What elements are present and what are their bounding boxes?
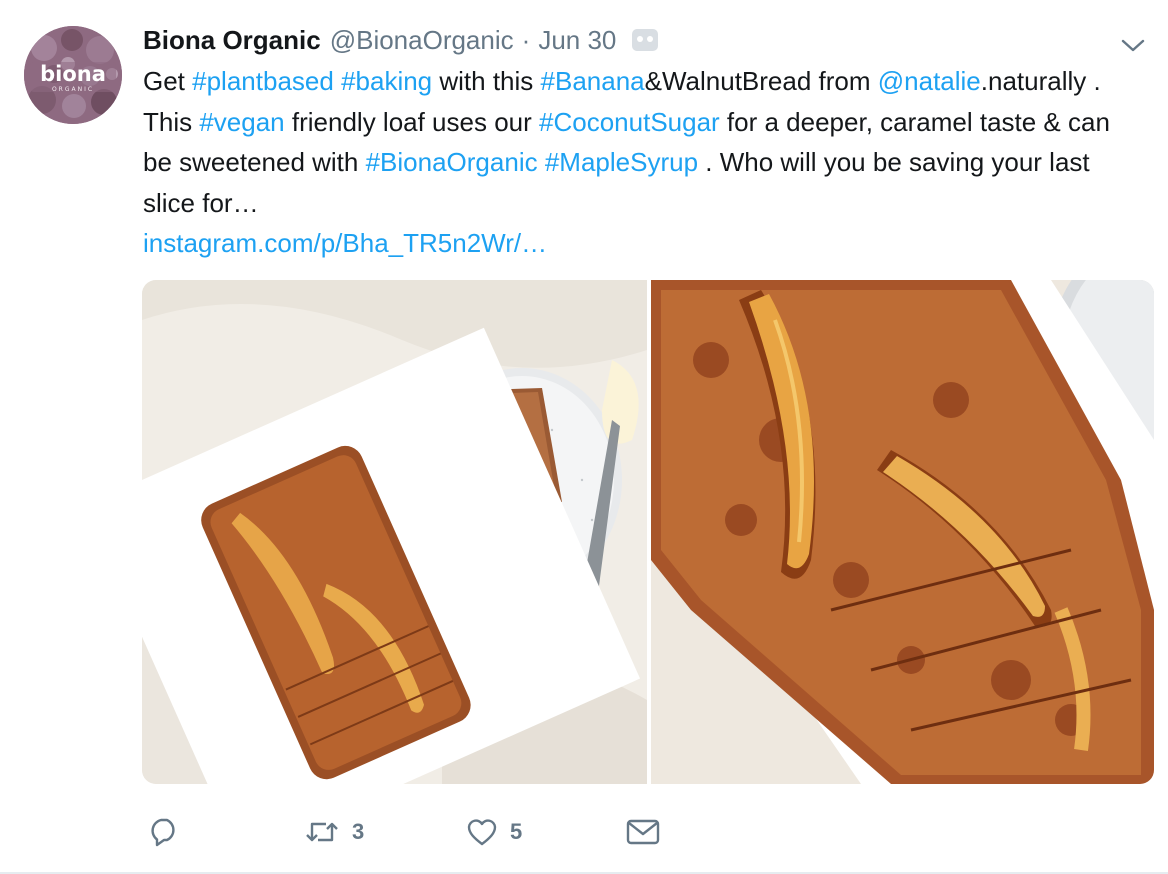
media-gallery: [142, 280, 1154, 784]
hashtag-link[interactable]: #CoconutSugar: [539, 107, 720, 137]
tweet-text-segment: &WalnutBread from: [644, 66, 878, 96]
tweet-text: Get #plantbased #baking with this #Banan…: [143, 61, 1143, 264]
envelope-icon: [626, 819, 660, 845]
biona-logo: biona ORGANIC: [24, 26, 122, 124]
tweet-body: Get #plantbased #baking with this #Banan…: [143, 66, 1110, 218]
retweet-icon: [306, 822, 338, 842]
tweet-url-link[interactable]: instagram.com/p/Bha_TR5n2Wr/…: [143, 228, 547, 258]
retweet-count: 3: [352, 819, 365, 844]
hashtag-link[interactable]: #MapleSyrup: [545, 147, 698, 177]
tweet-text-segment: Get: [143, 66, 193, 96]
avatar-logo-subtext: ORGANIC: [52, 86, 94, 93]
tweet-text-segment: [538, 147, 545, 177]
reply-button[interactable]: [148, 817, 304, 847]
tweet-header: Biona Organic @BionaOrganic · Jun 30: [143, 24, 659, 56]
hashtag-link[interactable]: #BionaOrganic: [366, 147, 538, 177]
avatar[interactable]: biona ORGANIC: [24, 26, 122, 124]
tweet-timestamp[interactable]: Jun 30: [538, 25, 616, 56]
retweet-button[interactable]: 3: [304, 818, 466, 846]
tweet-text-segment: friendly loaf uses our: [284, 106, 540, 137]
avatar-logo-text: biona: [40, 62, 106, 86]
photo-banana-bread-closeup[interactable]: [651, 280, 1154, 784]
display-name[interactable]: Biona Organic: [143, 25, 321, 56]
photo-banana-bread-overview[interactable]: [142, 280, 647, 784]
reply-icon: [151, 818, 175, 847]
tweet-text-segment: with this: [432, 66, 541, 96]
banana-bread-photo-1: [142, 280, 647, 784]
mention-link[interactable]: @natalie: [878, 66, 981, 96]
tweet-actions: 3 5: [148, 812, 660, 852]
chevron-down-icon: [1121, 39, 1145, 52]
hashtag-link[interactable]: #Banana: [541, 66, 645, 96]
like-button[interactable]: 5: [466, 817, 626, 847]
hashtag-link[interactable]: #baking: [341, 66, 432, 96]
separator-dot: ·: [521, 24, 531, 55]
banana-bread-photo-2: [651, 280, 1154, 784]
screen-name[interactable]: @BionaOrganic: [330, 25, 514, 56]
more-options-button[interactable]: [1118, 34, 1148, 56]
automated-account-icon: [632, 29, 659, 51]
heart-icon: [467, 819, 497, 846]
tweet-text-segment: [334, 66, 341, 96]
tweet-card[interactable]: biona ORGANIC Biona Organic @BionaOrgani…: [0, 0, 1168, 874]
direct-message-button[interactable]: [626, 818, 660, 846]
like-count: 5: [510, 819, 523, 844]
hashtag-link[interactable]: #vegan: [199, 107, 284, 137]
hashtag-link[interactable]: #plantbased: [192, 66, 334, 96]
